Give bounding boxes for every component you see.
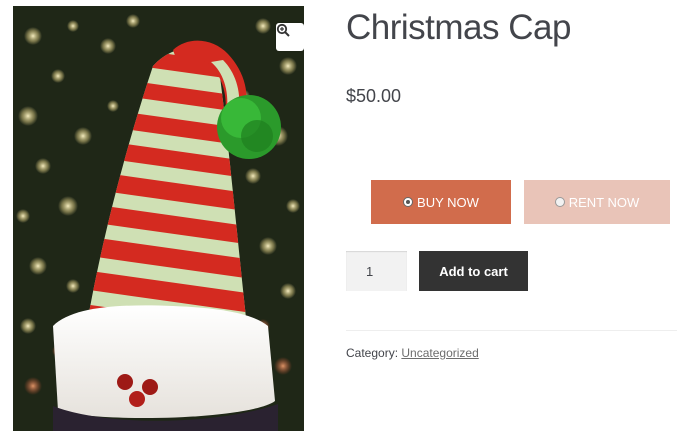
product-photo xyxy=(13,6,304,431)
product-image[interactable] xyxy=(13,6,304,431)
product-price: $50.00 xyxy=(346,86,402,106)
rent-now-option[interactable]: RENT NOW xyxy=(524,180,670,224)
buy-radio[interactable] xyxy=(403,197,414,207)
add-to-cart-button[interactable]: Add to cart xyxy=(419,251,528,291)
product-title: Christmas Cap xyxy=(346,8,571,47)
category-label: Category: xyxy=(346,346,399,360)
product-meta: Category: Uncategorized xyxy=(346,346,479,360)
zoom-button[interactable] xyxy=(276,23,304,51)
rent-radio[interactable] xyxy=(554,197,565,207)
buy-now-option[interactable]: BUY NOW xyxy=(371,180,511,224)
buy-now-label: BUY NOW xyxy=(417,194,479,210)
divider xyxy=(346,330,677,331)
rent-now-label: RENT NOW xyxy=(568,194,640,210)
category-link[interactable]: Uncategorized xyxy=(401,346,478,360)
quantity-input[interactable] xyxy=(346,251,407,291)
